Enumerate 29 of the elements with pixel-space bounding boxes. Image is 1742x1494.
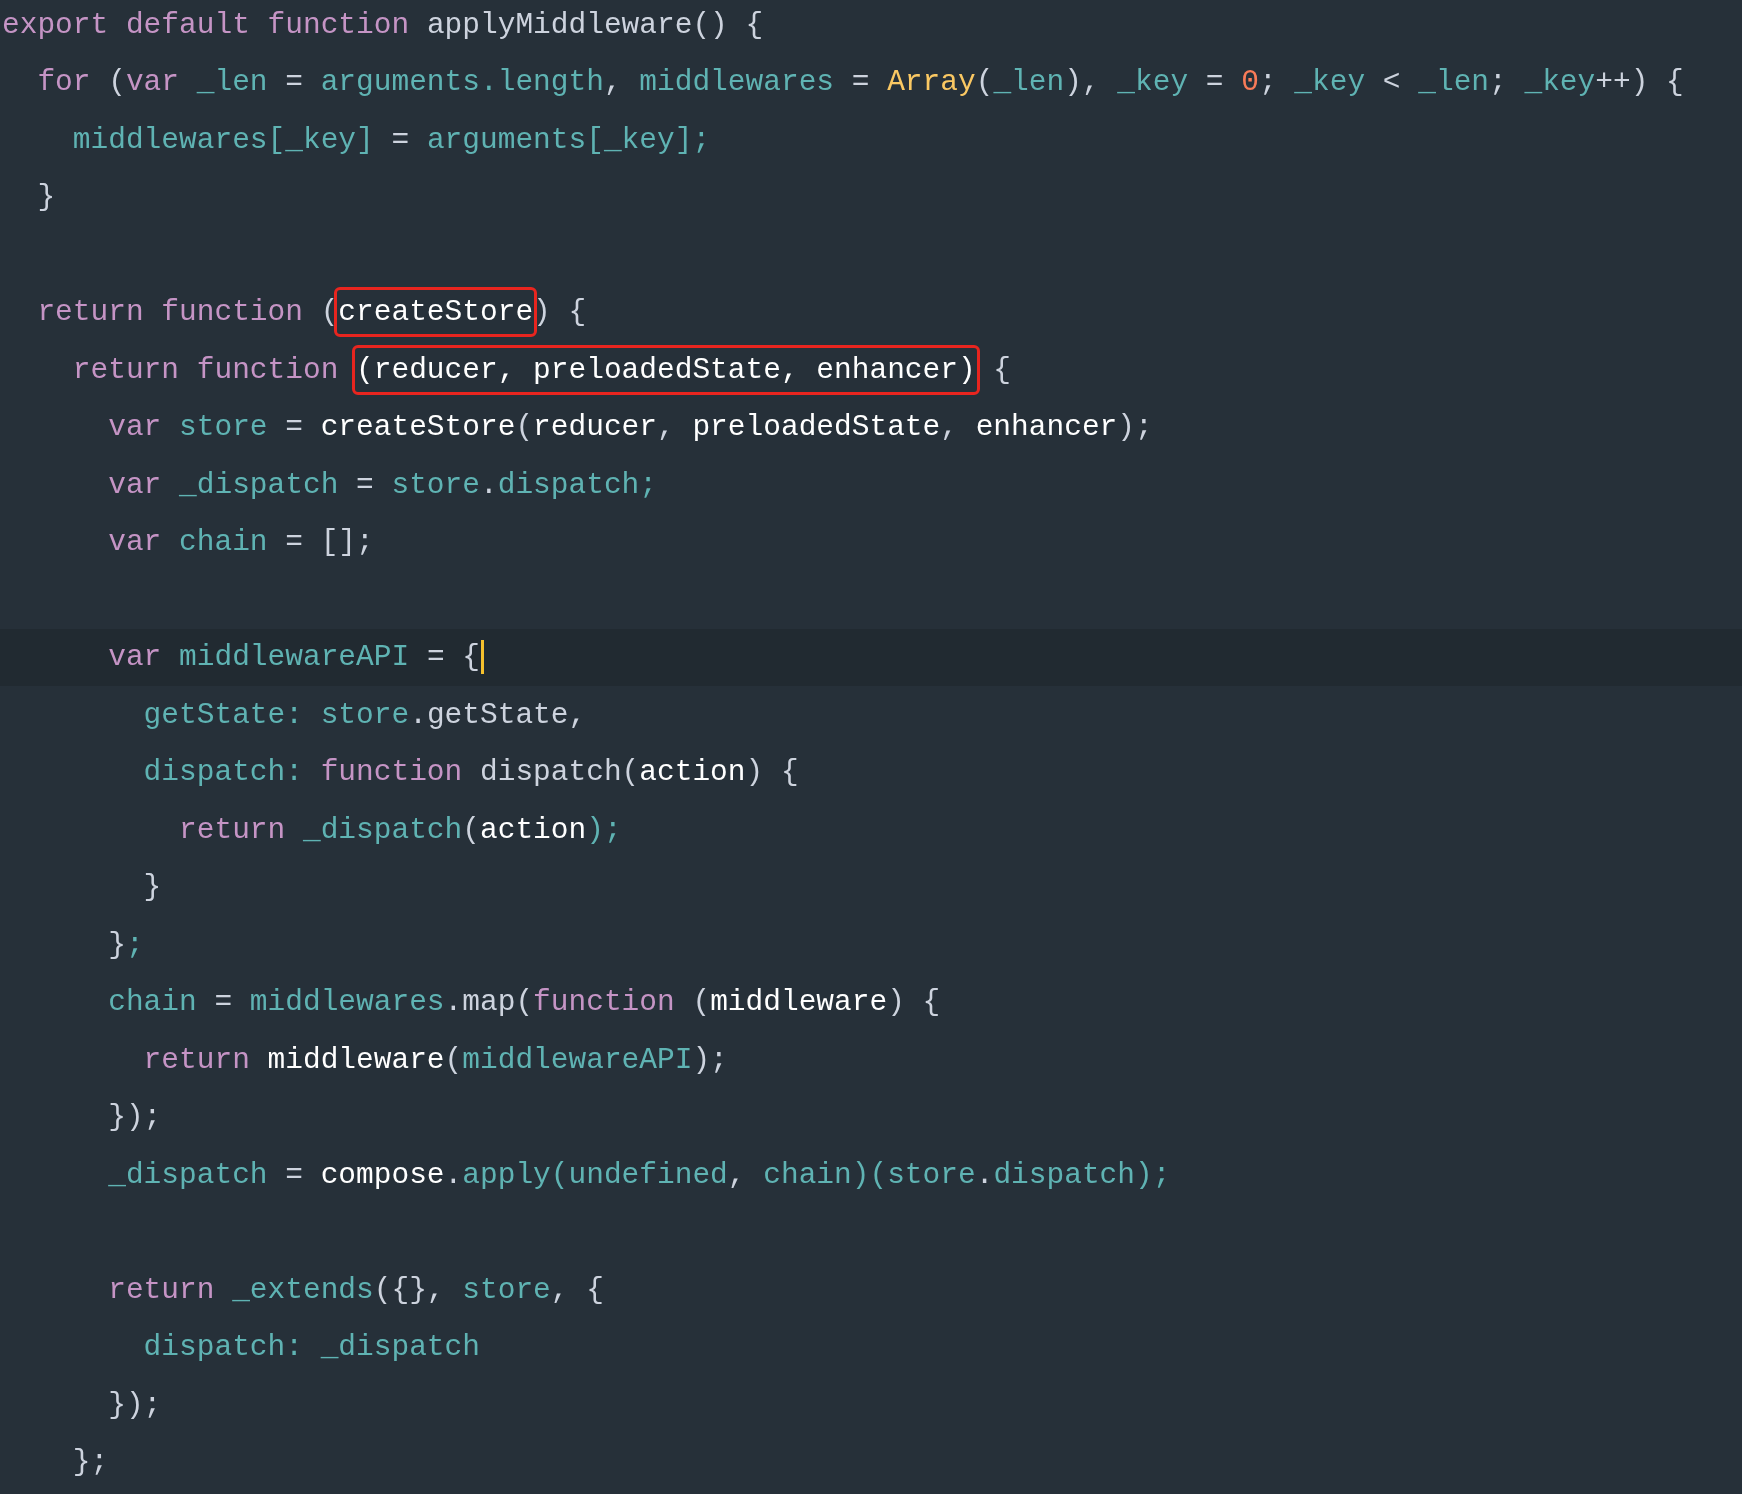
highlighted-code: (reducer, preloadedState, enhancer) (352, 344, 980, 395)
code-line: }); (107, 1099, 162, 1137)
text-cursor (481, 640, 484, 675)
code-line: var _dispatch = store.dispatch; (107, 466, 657, 504)
code-line: var chain = []; (107, 524, 374, 562)
code-text: var (107, 639, 163, 677)
code-text: { (992, 351, 1012, 389)
code-line: dispatch: function dispatch(action) { (142, 754, 799, 792)
code-line: export default function applyMiddleware() { (2, 6, 764, 44)
code-line: chain = middlewares.map(function (middleware) { (107, 984, 941, 1022)
code-line: for (var _len = arguments.length, middlewares = Array(_len), _key = 0; _key < _len; _key++) { (36, 64, 1684, 102)
code-text: return function (36, 294, 304, 332)
code-line: return _dispatch(action); (178, 811, 622, 849)
code-line: } (36, 179, 56, 217)
code-line: _dispatch = compose.apply(undefined, chain)(store.dispatch); (107, 1156, 1171, 1194)
code-text: middlewareAPI (179, 639, 411, 677)
code-line: }); (107, 1386, 162, 1424)
code-line: middlewares[_key] = arguments[_key]; (71, 121, 711, 159)
code-line: getState: store.getState, (142, 696, 587, 734)
code-text: return function (71, 351, 340, 389)
code-line: var store = createStore(reducer, preloadedState, enhancer); (107, 409, 1153, 447)
code-line: dispatch: _dispatch (142, 1329, 480, 1367)
code-line: }; (71, 1444, 109, 1482)
code-text: = { (426, 639, 480, 677)
code-line: }; (107, 926, 144, 964)
code-line: return _extends({}, store, { (107, 1271, 604, 1309)
code-line: } (142, 869, 162, 907)
highlighted-code: createStore (334, 287, 538, 338)
code-line: return middleware(middlewareAPI); (142, 1041, 728, 1079)
